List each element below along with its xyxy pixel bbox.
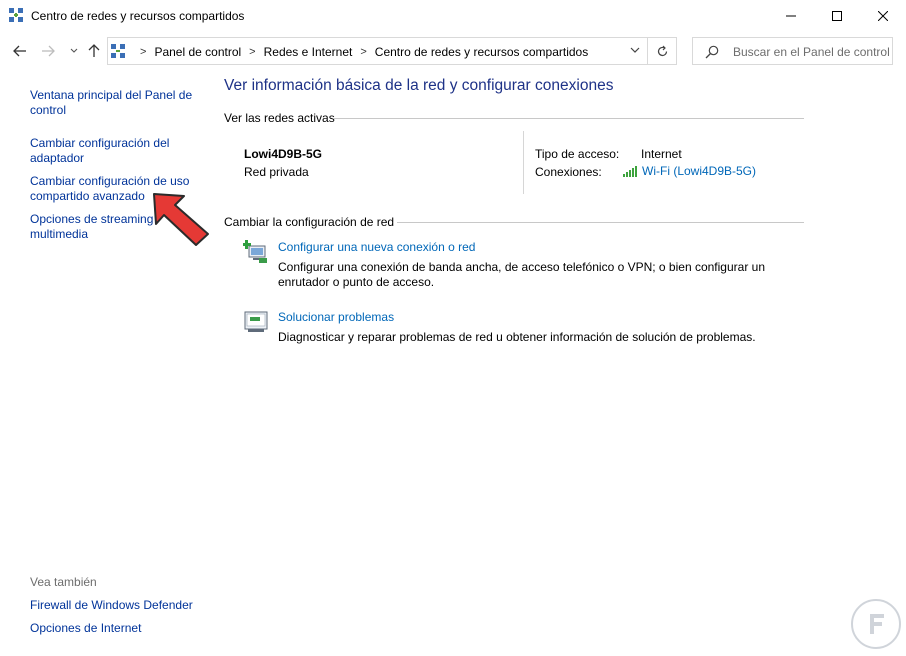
window-title: Centro de redes y recursos compartidos — [31, 9, 245, 23]
active-networks-label: Ver las redes activas — [224, 111, 335, 125]
forward-button[interactable] — [40, 42, 56, 60]
arrow-up-icon — [88, 44, 100, 57]
link-media-streaming-options[interactable]: Opciones de streaming multimedia — [30, 212, 153, 242]
refresh-icon — [657, 45, 667, 56]
divider — [333, 118, 804, 119]
link-line: Ventana principal del Panel de — [30, 88, 193, 102]
link-change-adapter-settings[interactable]: Cambiar configuración del adaptador — [30, 136, 169, 166]
new-connection-icon — [243, 240, 267, 263]
link-line: multimedia — [30, 227, 89, 241]
connections-label: Conexiones: — [535, 165, 602, 179]
task-desc-line: enrutador o punto de acceso. — [278, 275, 435, 289]
arrow-left-icon — [13, 45, 26, 57]
breadcrumb-item-redes-e-internet[interactable]: Redes e Internet — [264, 45, 353, 59]
maximize-icon — [832, 10, 842, 21]
network-category[interactable]: Red privada — [244, 165, 309, 179]
address-bar[interactable]: > Panel de control > Redes e Internet > … — [107, 37, 648, 65]
chevron-right-icon[interactable]: > — [360, 46, 366, 58]
task-desc-line: Diagnosticar y reparar problemas de red … — [278, 330, 756, 344]
wifi-connection-label: Wi-Fi (Lowi4D9B-5G) — [642, 164, 757, 178]
link-line: adaptador — [30, 151, 85, 165]
search-box[interactable]: Buscar en el Panel de control — [692, 37, 893, 65]
network-name: Lowi4D9B-5G — [244, 147, 323, 161]
search-icon — [705, 45, 719, 59]
see-also-label: Vea también — [30, 575, 97, 589]
access-type-label: Tipo de acceso: — [535, 147, 620, 161]
task-description: Configurar una conexión de banda ancha, … — [278, 260, 788, 290]
divider — [397, 222, 804, 223]
chevron-down-icon[interactable] — [630, 47, 640, 54]
title-bar: Centro de redes y recursos compartidos — [0, 0, 906, 31]
refresh-button[interactable] — [648, 37, 677, 65]
breadcrumb-item-panel-de-control[interactable]: Panel de control — [154, 45, 241, 59]
link-line: Opciones de streaming — [30, 212, 154, 226]
link-line: control — [30, 103, 67, 117]
page-title: Ver información básica de la red y confi… — [224, 77, 614, 94]
vertical-divider — [523, 131, 524, 194]
up-button[interactable] — [86, 42, 102, 60]
access-type-value: Internet — [641, 147, 682, 161]
link-troubleshoot[interactable]: Solucionar problemas — [278, 310, 394, 324]
link-line: Cambiar configuración de uso — [30, 174, 190, 188]
back-button[interactable] — [12, 42, 28, 60]
left-pane: Ventana principal del Panel de control C… — [0, 70, 213, 656]
navigation-bar: > Panel de control > Redes e Internet > … — [0, 34, 906, 68]
link-internet-options[interactable]: Opciones de Internet — [30, 621, 141, 636]
link-control-panel-home[interactable]: Ventana principal del Panel de control — [30, 88, 192, 118]
maximize-button[interactable] — [814, 0, 860, 31]
network-center-icon — [9, 8, 23, 22]
watermark-logo — [851, 599, 901, 649]
network-center-icon — [111, 44, 125, 58]
task-desc-line: Configurar una conexión de banda ancha, … — [278, 260, 765, 274]
troubleshoot-icon — [244, 311, 268, 332]
close-icon — [878, 10, 888, 21]
minimize-button[interactable] — [768, 0, 814, 31]
wifi-signal-icon — [623, 166, 637, 177]
chevron-right-icon[interactable]: > — [249, 46, 255, 58]
chevron-right-icon[interactable]: > — [140, 46, 146, 58]
chevron-down-icon — [70, 48, 78, 53]
link-line: Firewall de Windows Defender — [30, 598, 193, 612]
task-description: Diagnosticar y reparar problemas de red … — [278, 330, 788, 345]
arrow-right-icon — [42, 45, 55, 57]
close-button[interactable] — [860, 0, 906, 31]
wifi-connection-link[interactable]: Wi-Fi (Lowi4D9B-5G) — [623, 164, 756, 178]
link-line: Opciones de Internet — [30, 621, 142, 635]
minimize-icon — [786, 15, 796, 16]
recent-locations-button[interactable] — [66, 42, 82, 60]
breadcrumb: > Panel de control > Redes e Internet > … — [132, 45, 588, 59]
link-setup-new-connection[interactable]: Configurar una nueva conexión o red — [278, 240, 475, 254]
link-line: Cambiar configuración del — [30, 136, 170, 150]
breadcrumb-item-centro-de-redes[interactable]: Centro de redes y recursos compartidos — [375, 45, 588, 59]
search-placeholder: Buscar en el Panel de control — [733, 45, 890, 59]
link-windows-defender-firewall[interactable]: Firewall de Windows Defender — [30, 598, 193, 613]
red-arrow-icon — [153, 193, 209, 246]
change-settings-label: Cambiar la configuración de red — [224, 215, 395, 229]
